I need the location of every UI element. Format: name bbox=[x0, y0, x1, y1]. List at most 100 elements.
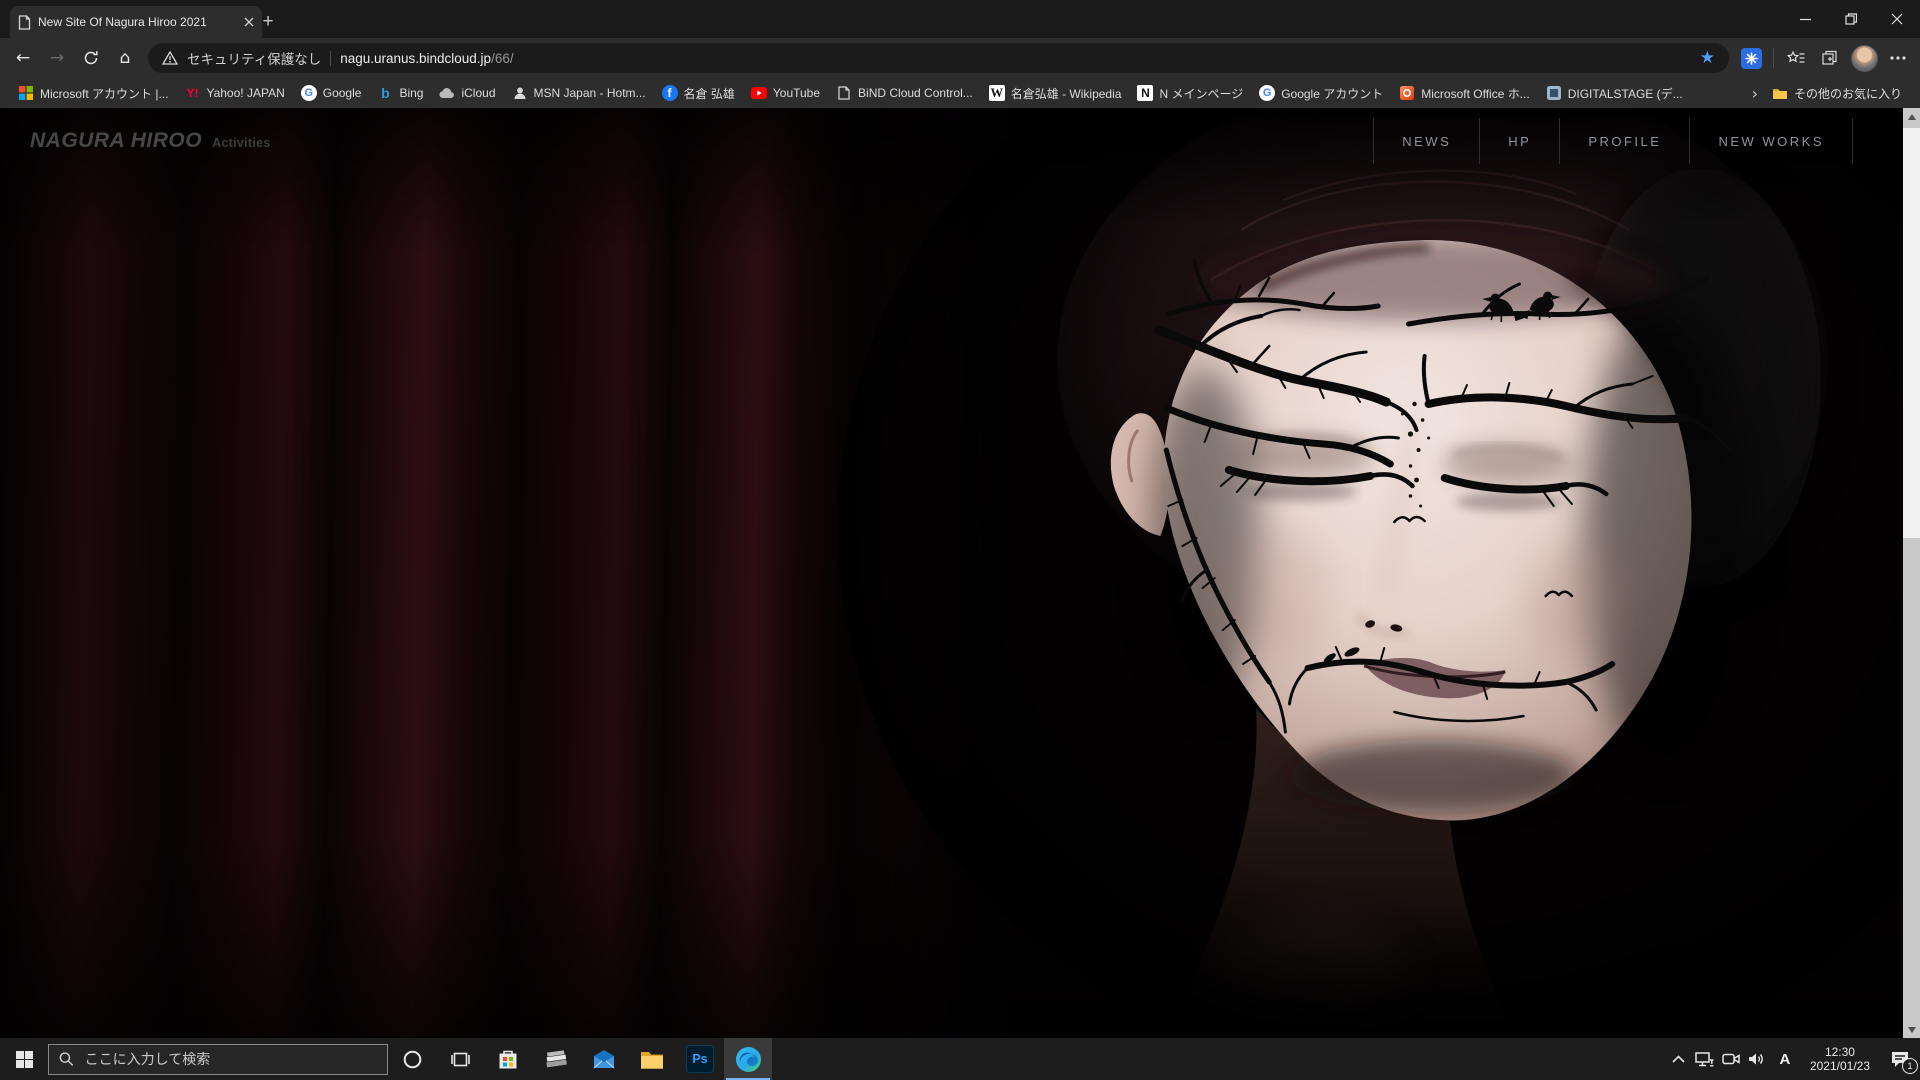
taskbar-search-input[interactable] bbox=[83, 1050, 377, 1068]
new-tab-button[interactable]: + bbox=[254, 8, 282, 36]
scrollbar-up-arrow[interactable] bbox=[1903, 108, 1920, 125]
bookmark-youtube[interactable]: YouTube bbox=[743, 81, 828, 105]
google-icon: G bbox=[1259, 85, 1275, 101]
forward-button[interactable]: → bbox=[40, 41, 74, 75]
collections-icon[interactable] bbox=[1814, 42, 1846, 74]
favorite-star-icon[interactable]: ★ bbox=[1700, 48, 1715, 68]
bookmark-n-mainpage[interactable]: N N メインページ bbox=[1129, 81, 1251, 105]
person-icon bbox=[512, 85, 528, 101]
bookmark-icloud[interactable]: iCloud bbox=[431, 81, 503, 105]
edge-icon bbox=[735, 1046, 762, 1073]
edge-taskbar-button[interactable] bbox=[724, 1038, 772, 1080]
tab-close-icon[interactable] bbox=[244, 17, 254, 27]
bookmark-office[interactable]: Microsoft Office ホ... bbox=[1391, 81, 1537, 105]
toolbar-right-icons bbox=[1735, 42, 1914, 74]
site-logo-title: NAGURA HIROO bbox=[30, 129, 202, 152]
window-minimize-button[interactable] bbox=[1782, 0, 1828, 38]
search-icon bbox=[59, 1051, 74, 1067]
notification-badge: 1 bbox=[1902, 1058, 1918, 1074]
extension-icon[interactable] bbox=[1735, 42, 1767, 74]
security-label: セキュリティ保護なし bbox=[187, 48, 321, 68]
page-icon bbox=[836, 85, 852, 101]
taskbar-clock[interactable]: 12:30 2021/01/23 bbox=[1810, 1045, 1870, 1073]
bookmarks-bar: Microsoft アカウント |... Y! Yahoo! JAPAN G G… bbox=[0, 78, 1920, 108]
photoshop-button[interactable]: Ps bbox=[676, 1038, 724, 1080]
bookmark-google-account[interactable]: G Google アカウント bbox=[1251, 81, 1391, 105]
speaker-icon[interactable] bbox=[1744, 1038, 1770, 1080]
window-controls bbox=[1782, 0, 1920, 38]
refresh-button[interactable] bbox=[74, 41, 108, 75]
nav-item-profile[interactable]: PROFILE bbox=[1559, 118, 1689, 164]
web-page: NAGURA HIROO Activities NEWS HP PROFILE N… bbox=[0, 108, 1920, 1038]
back-button[interactable]: ← bbox=[6, 41, 40, 75]
microsoft-store-button[interactable] bbox=[484, 1038, 532, 1080]
nav-item-hp[interactable]: HP bbox=[1479, 118, 1559, 164]
nav-item-news[interactable]: NEWS bbox=[1373, 118, 1479, 164]
meet-now-camera-icon[interactable] bbox=[1718, 1038, 1744, 1080]
nav-item-new-works[interactable]: NEW WORKS bbox=[1689, 118, 1853, 164]
taskbar-search-box[interactable] bbox=[48, 1044, 388, 1075]
network-icon[interactable] bbox=[1692, 1038, 1718, 1080]
n-tile-icon: N bbox=[1137, 85, 1153, 101]
browser-toolbar: ← → ⌂ セキュリティ保護なし nagu.uranus.bindcloud.j… bbox=[0, 38, 1920, 78]
yahoo-icon: Y! bbox=[184, 85, 200, 101]
tray-chevron-icon[interactable] bbox=[1666, 1038, 1692, 1080]
task-view-button[interactable] bbox=[436, 1038, 484, 1080]
bookmark-bing[interactable]: b Bing bbox=[369, 81, 431, 105]
toolbar-separator bbox=[1773, 48, 1774, 68]
bing-icon: b bbox=[377, 85, 393, 101]
wikipedia-icon: W bbox=[989, 85, 1005, 101]
tab-document-icon bbox=[18, 15, 31, 30]
browser-chrome: New Site Of Nagura Hiroo 2021 + ← → ⌂ bbox=[0, 0, 1920, 108]
action-center-icon[interactable]: 1 bbox=[1880, 1038, 1920, 1080]
tab-title: New Site Of Nagura Hiroo 2021 bbox=[38, 15, 237, 29]
other-favorites-folder[interactable]: その他のお気に入り bbox=[1764, 81, 1910, 105]
face-artwork bbox=[0, 108, 1920, 1038]
cortana-button[interactable] bbox=[388, 1038, 436, 1080]
window-close-button[interactable] bbox=[1874, 0, 1920, 38]
favorites-hub-icon[interactable] bbox=[1780, 42, 1812, 74]
icloud-cloud-icon bbox=[439, 85, 455, 101]
site-logo[interactable]: NAGURA HIROO Activities bbox=[30, 129, 271, 153]
bookmark-bind-cloud[interactable]: BiND Cloud Control... bbox=[828, 81, 981, 105]
security-warning-icon bbox=[162, 51, 178, 65]
url-host: nagu.uranus.bindcloud.jp bbox=[340, 51, 491, 66]
bookmark-google[interactable]: G Google bbox=[293, 81, 370, 105]
google-icon: G bbox=[301, 85, 317, 101]
folder-icon bbox=[1772, 85, 1788, 101]
mail-app-button[interactable] bbox=[580, 1038, 628, 1080]
bookmark-wikipedia[interactable]: W 名倉弘雄 - Wikipedia bbox=[981, 81, 1130, 105]
site-logo-subtitle: Activities bbox=[212, 136, 271, 150]
page-scrollbar[interactable] bbox=[1903, 108, 1920, 1038]
address-divider bbox=[330, 51, 331, 66]
window-restore-button[interactable] bbox=[1828, 0, 1874, 38]
clock-time: 12:30 bbox=[1810, 1045, 1870, 1059]
home-button[interactable]: ⌂ bbox=[108, 41, 142, 75]
digitalstage-icon bbox=[1546, 85, 1562, 101]
bookmark-yahoo-japan[interactable]: Y! Yahoo! JAPAN bbox=[176, 81, 292, 105]
bookmark-msn-japan[interactable]: MSN Japan - Hotm... bbox=[504, 81, 654, 105]
bookmark-digitalstage[interactable]: DIGITALSTAGE (デ... bbox=[1538, 81, 1691, 105]
ime-mode-indicator[interactable]: A bbox=[1770, 1038, 1800, 1080]
settings-menu-icon[interactable] bbox=[1882, 42, 1914, 74]
address-bar[interactable]: セキュリティ保護なし nagu.uranus.bindcloud.jp/66/ … bbox=[148, 43, 1729, 73]
bookmark-facebook[interactable]: f 名倉 弘雄 bbox=[654, 81, 743, 105]
url-path: /66/ bbox=[491, 51, 514, 66]
url-text[interactable]: nagu.uranus.bindcloud.jp/66/ bbox=[340, 51, 513, 66]
scrollbar-thumb[interactable] bbox=[1903, 128, 1920, 538]
clock-date: 2021/01/23 bbox=[1810, 1059, 1870, 1073]
photoshop-tile: Ps bbox=[686, 1045, 714, 1073]
start-button[interactable] bbox=[0, 1038, 48, 1080]
scrollbar-down-arrow[interactable] bbox=[1903, 1021, 1920, 1038]
site-nav: NEWS HP PROFILE NEW WORKS bbox=[1373, 118, 1853, 164]
bookmarks-overflow-chevron[interactable]: › bbox=[1746, 84, 1764, 103]
profile-avatar[interactable] bbox=[1848, 42, 1880, 74]
browser-tab[interactable]: New Site Of Nagura Hiroo 2021 bbox=[10, 6, 262, 38]
hero-image bbox=[0, 108, 1920, 1038]
file-explorer-button[interactable] bbox=[628, 1038, 676, 1080]
windows-taskbar: Ps A 12:30 2021/01/23 bbox=[0, 1038, 1920, 1080]
site-header: NAGURA HIROO Activities NEWS HP PROFILE N… bbox=[0, 108, 1903, 174]
bookmark-microsoft[interactable]: Microsoft アカウント |... bbox=[10, 81, 176, 105]
system-tray: A 12:30 2021/01/23 1 bbox=[1666, 1038, 1920, 1080]
books-stack-app-button[interactable] bbox=[532, 1038, 580, 1080]
